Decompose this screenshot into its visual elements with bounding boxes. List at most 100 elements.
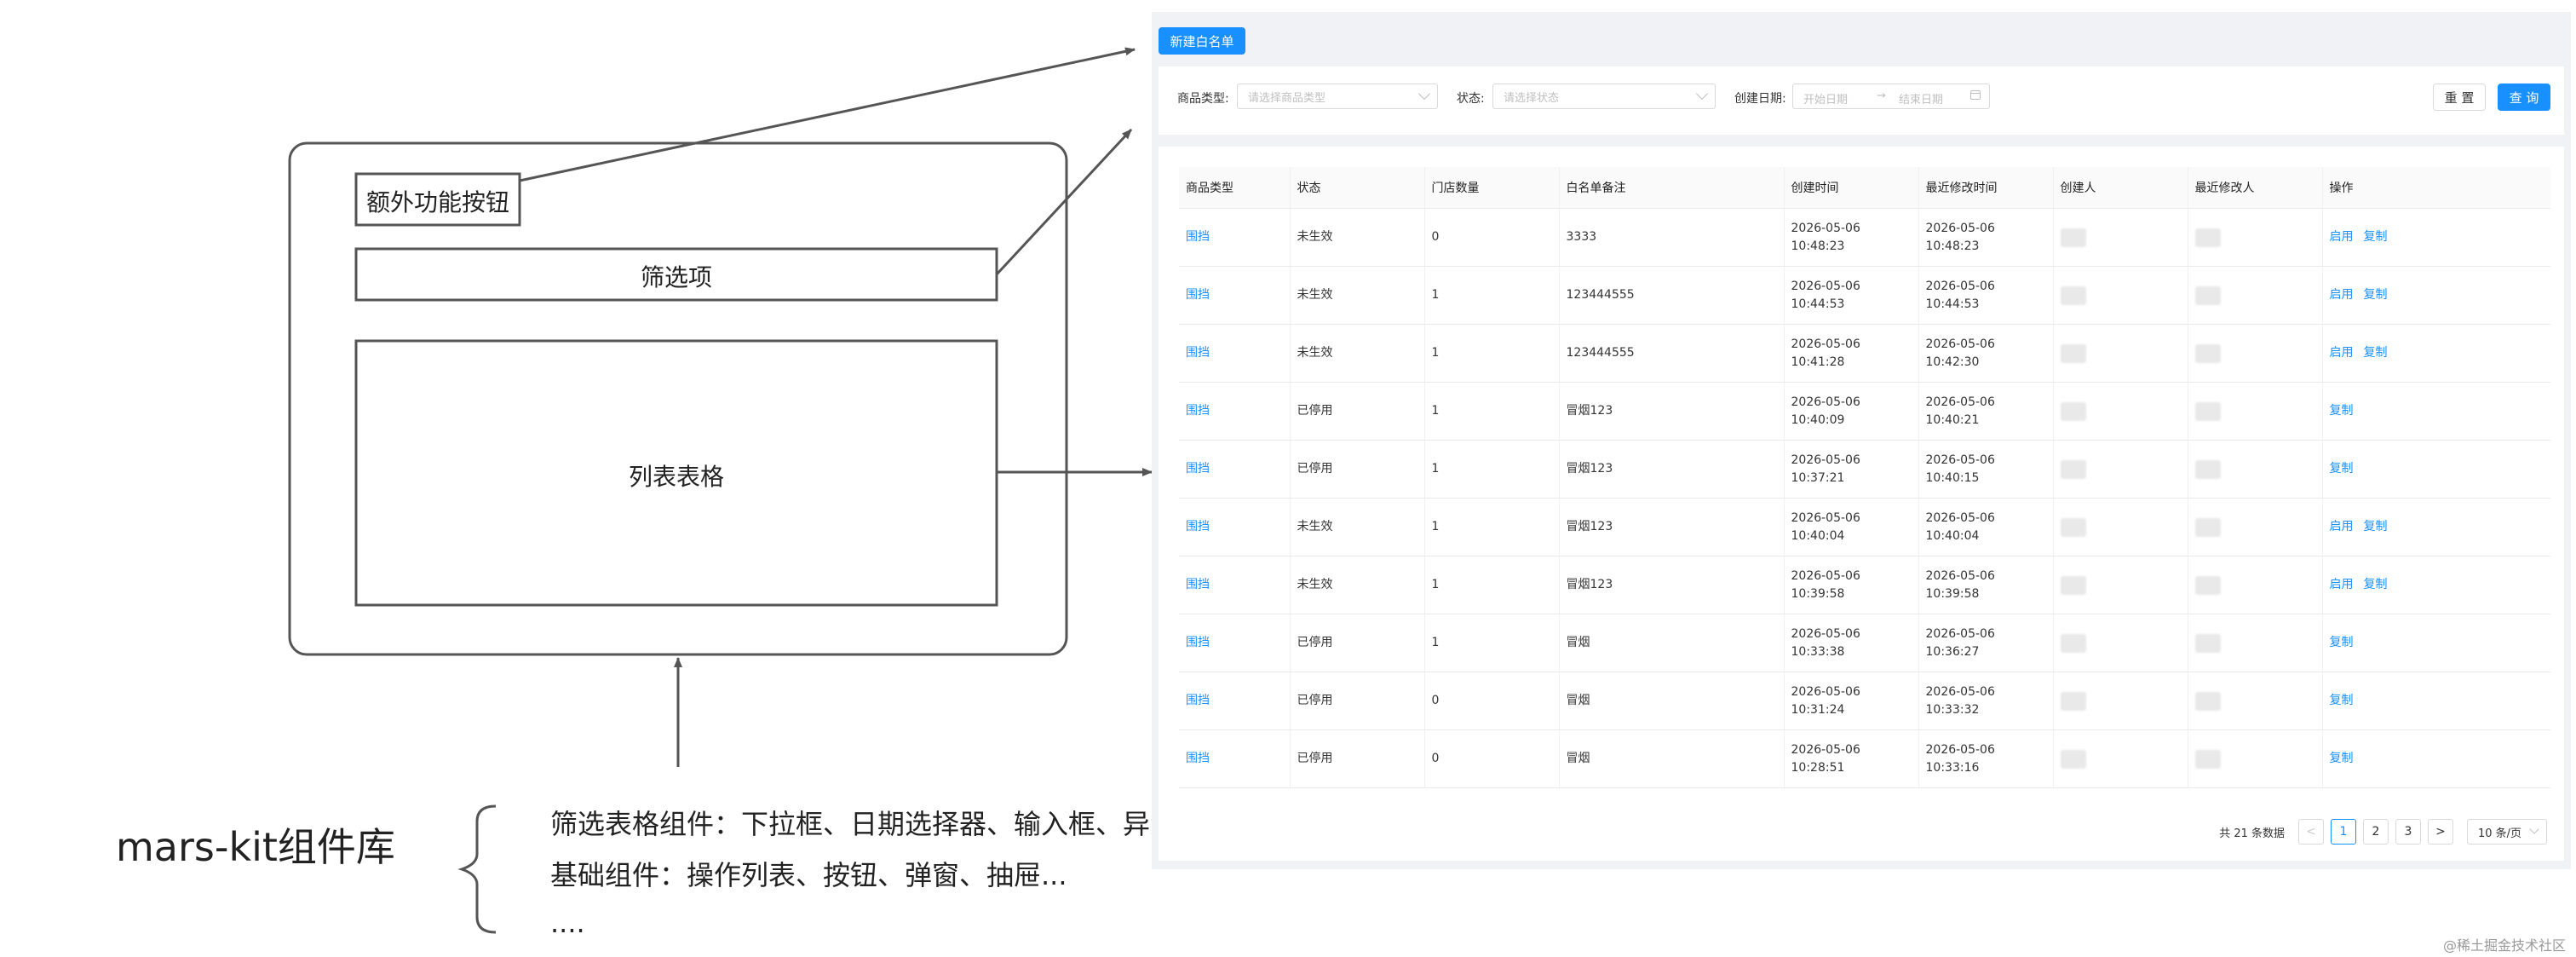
note-cell: 冒烟123	[1566, 520, 1613, 533]
status-cell: 未生效	[1297, 230, 1333, 244]
modified-date: 2026-05-06	[1925, 510, 1995, 525]
goods-type-link[interactable]: 围挡	[1186, 288, 1210, 302]
creator-redacted	[2060, 459, 2086, 479]
modifier-redacted	[2194, 517, 2221, 537]
status-cell: 已停用	[1297, 636, 1333, 649]
created-date: 2026-05-06	[1791, 510, 1860, 525]
start-date-placeholder: 开始日期	[1803, 94, 1849, 107]
copy-action-link[interactable]: 复制	[2364, 578, 2388, 591]
page-size-select[interactable]: 10 条/页	[2467, 819, 2547, 845]
next-page-button[interactable]: >	[2428, 819, 2453, 845]
modified-date: 2026-05-06	[1925, 221, 1995, 235]
goods-type-link[interactable]: 围挡	[1186, 520, 1210, 533]
modifier-redacted	[2194, 285, 2221, 305]
goods-type-link[interactable]: 围挡	[1186, 694, 1210, 707]
enable-action-link[interactable]: 启用	[2330, 288, 2354, 302]
created-time: 10:41:28	[1791, 355, 1845, 369]
arrow-extra-to-button	[519, 47, 1136, 182]
store-count-cell: 1	[1431, 636, 1440, 649]
status-select[interactable]: 请选择状态	[1492, 84, 1716, 109]
date-label: 创建日期:	[1734, 92, 1786, 106]
chevron-down-icon	[1695, 87, 1709, 101]
modifier-redacted	[2194, 401, 2221, 421]
modifier-redacted	[2194, 749, 2221, 769]
modified-date: 2026-05-06	[1925, 742, 1995, 757]
store-count-cell: 1	[1431, 346, 1440, 360]
goods-type-link[interactable]: 围挡	[1186, 462, 1210, 476]
goods-type-link[interactable]: 围挡	[1186, 636, 1210, 649]
created-time: 10:44:53	[1791, 297, 1845, 311]
modified-time: 10:39:58	[1925, 586, 1980, 601]
store-count-cell: 1	[1431, 520, 1440, 533]
table-row: 围挡 已停用 1 冒烟123 2026-05-06 10:37:21 2026-05-06 1…	[1179, 440, 2550, 499]
table-label: 列表表格	[628, 463, 724, 491]
copy-action-link[interactable]: 复制	[2364, 520, 2388, 533]
creator-redacted	[2060, 517, 2086, 537]
copy-action-link[interactable]: 复制	[2364, 288, 2388, 302]
enable-action-link[interactable]: 启用	[2330, 346, 2354, 360]
end-date-placeholder: 结束日期	[1899, 94, 1944, 107]
goods-type-link[interactable]: 围挡	[1186, 752, 1210, 765]
creator-redacted	[2060, 401, 2086, 421]
goods-type-link[interactable]: 围挡	[1186, 230, 1210, 244]
status-placeholder: 请选择状态	[1504, 91, 1560, 105]
modified-date: 2026-05-06	[1925, 453, 1995, 467]
status-cell: 未生效	[1297, 288, 1333, 302]
status-cell: 已停用	[1297, 462, 1333, 476]
goods-type-link[interactable]: 围挡	[1186, 404, 1210, 418]
status-label: 状态:	[1457, 92, 1485, 106]
enable-action-link[interactable]: 启用	[2330, 578, 2354, 591]
new-whitelist-button[interactable]: 新建白名单	[1159, 27, 1245, 55]
modified-date: 2026-05-06	[1925, 279, 1995, 293]
created-date: 2026-05-06	[1791, 395, 1860, 409]
goods-type-link[interactable]: 围挡	[1186, 346, 1210, 360]
copy-action-link[interactable]: 复制	[2364, 230, 2388, 244]
copy-action-link[interactable]: 复制	[2330, 636, 2354, 649]
creator-redacted	[2060, 575, 2086, 595]
prev-page-button[interactable]: <	[2298, 819, 2324, 845]
table-body: 围挡 未生效 0 3333 2026-05-06 10:48:23 2026-05-06 10…	[1179, 208, 2550, 788]
page-button-3[interactable]: 3	[2395, 819, 2421, 845]
copy-action-link[interactable]: 复制	[2330, 694, 2354, 707]
modified-time: 10:44:53	[1925, 297, 1980, 311]
total-count: 共 21 条数据	[2219, 827, 2285, 840]
date-range-picker[interactable]: 开始日期 → 结束日期	[1792, 84, 1990, 109]
page-container-box	[288, 141, 1068, 656]
created-time: 10:40:04	[1791, 528, 1845, 543]
modified-time: 10:40:04	[1925, 528, 1980, 543]
store-count-cell: 0	[1431, 694, 1440, 707]
modifier-redacted	[2194, 459, 2221, 479]
created-date: 2026-05-06	[1791, 684, 1860, 699]
goods-type-select[interactable]: 请选择商品类型	[1237, 84, 1438, 109]
store-count-cell: 1	[1431, 288, 1440, 302]
modified-time: 10:42:30	[1925, 355, 1980, 369]
copy-action-link[interactable]: 复制	[2330, 404, 2354, 418]
copy-action-link[interactable]: 复制	[2364, 346, 2388, 360]
modified-time: 10:36:27	[1925, 644, 1980, 659]
enable-action-link[interactable]: 启用	[2330, 230, 2354, 244]
creator-redacted	[2060, 285, 2086, 305]
note-cell: 冒烟	[1566, 636, 1590, 649]
modified-time: 10:33:32	[1925, 702, 1980, 717]
copy-action-link[interactable]: 复制	[2330, 752, 2354, 765]
created-date: 2026-05-06	[1791, 279, 1860, 293]
goods-type-placeholder: 请选择商品类型	[1248, 91, 1326, 105]
filter-bar: 商品类型: 请选择商品类型 状态: 请选择状态 创建日期: 开始日期 → 结束日…	[1159, 66, 2564, 135]
created-time: 10:37:21	[1791, 470, 1845, 485]
table-row: 围挡 未生效 1 冒烟123 2026-05-06 10:39:58 2026-05-06 1…	[1179, 556, 2550, 614]
goods-type-link[interactable]: 围挡	[1186, 578, 1210, 591]
status-cell: 已停用	[1297, 752, 1333, 765]
copy-action-link[interactable]: 复制	[2330, 462, 2354, 476]
note-cell: 123444555	[1566, 288, 1635, 302]
page-button-1[interactable]: 1	[2331, 819, 2356, 845]
curly-brace-shape	[457, 804, 497, 934]
modifier-redacted	[2194, 633, 2221, 653]
query-button[interactable]: 查 询	[2498, 84, 2550, 111]
modifier-redacted	[2194, 691, 2221, 711]
enable-action-link[interactable]: 启用	[2330, 520, 2354, 533]
table-card: 商品类型 状态 门店数量 白名单备注 创建时间 最近修改时间 创建人 最近修改人 操作 围挡 未生…	[1159, 147, 2564, 861]
note-cell: 冒烟	[1566, 694, 1590, 707]
page-button-2[interactable]: 2	[2363, 819, 2389, 845]
modified-time: 10:48:23	[1925, 239, 1980, 253]
reset-button[interactable]: 重 置	[2433, 84, 2486, 111]
